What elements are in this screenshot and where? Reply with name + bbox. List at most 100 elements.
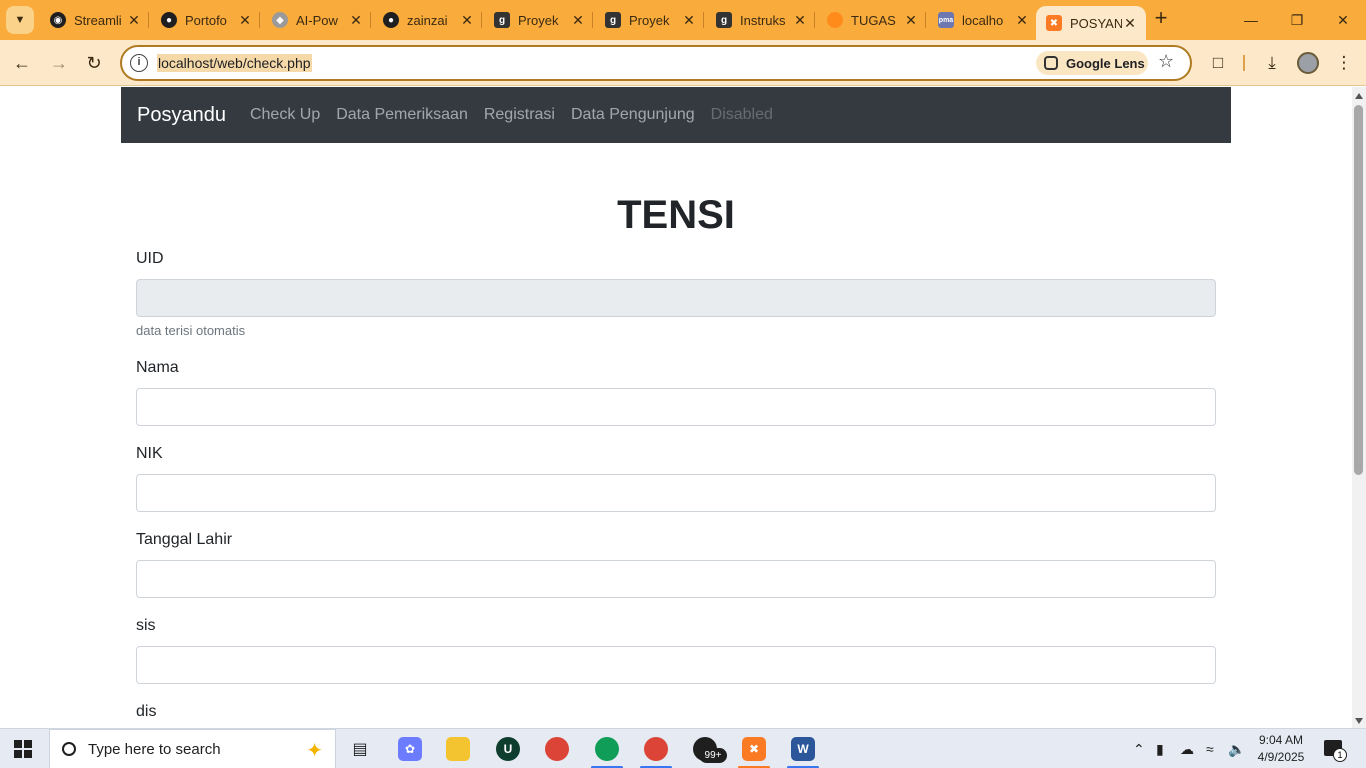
nama-input[interactable] — [136, 388, 1216, 426]
arrow-left-icon: ← — [13, 52, 31, 73]
clock-time: 9:04 AM — [1258, 733, 1304, 747]
task-view-button[interactable]: ▤ — [338, 733, 382, 765]
browser-tab-strip: ▼ ◉ Streamli ✕ ● Portofo ✕ ◆ AI-Pow ✕ ● … — [0, 0, 1366, 40]
xampp-app[interactable]: ✖ — [732, 733, 776, 768]
close-icon[interactable]: ✕ — [792, 12, 808, 29]
close-icon[interactable]: ✕ — [903, 12, 919, 29]
wifi-icon[interactable]: ≈ — [1206, 741, 1214, 757]
nav-link-data-pemeriksaan[interactable]: Data Pemeriksaan — [336, 106, 468, 124]
close-icon[interactable]: ✕ — [681, 12, 697, 29]
info-icon[interactable]: i — [130, 54, 148, 72]
scrollbar-thumb[interactable] — [1354, 105, 1363, 475]
google-lens-label: Google Lens — [1066, 55, 1145, 71]
forward-button[interactable]: → — [45, 49, 73, 77]
downloads-button[interactable]: ⤓ — [1258, 49, 1286, 77]
search-icon — [62, 742, 76, 756]
nav-link-disabled: Disabled — [710, 106, 773, 123]
tab-title: localho — [962, 12, 1004, 28]
copilot-app[interactable]: ✿ — [388, 733, 432, 765]
chevron-up-icon[interactable]: ⌃ — [1133, 741, 1145, 758]
system-clock[interactable]: 9:04 AM 4/9/2025 — [1248, 732, 1314, 766]
word-icon: W — [791, 737, 815, 761]
uid-input[interactable] — [136, 279, 1216, 317]
taskbar-search-box[interactable]: Type here to search ✦ — [49, 729, 336, 768]
close-icon[interactable]: ✕ — [1122, 15, 1138, 32]
windows-start-button[interactable] — [14, 740, 32, 758]
tab-search-button[interactable]: ▼ — [6, 6, 34, 34]
volume-icon[interactable]: 🔈 — [1228, 741, 1245, 758]
new-tab-button[interactable]: + — [1150, 7, 1172, 30]
chrome-app[interactable] — [535, 733, 579, 765]
browser-tab[interactable]: TUGAS ✕ — [817, 6, 927, 34]
scroll-down-arrow-icon[interactable] — [1355, 718, 1363, 724]
browser-tab[interactable]: g Proyek ✕ — [484, 6, 594, 34]
uid-help-text: data terisi otomatis — [136, 323, 246, 338]
copilot-sparkle-icon: ✦ — [306, 740, 323, 762]
close-window-button[interactable]: ✕ — [1320, 0, 1366, 40]
tab-title: POSYAN — [1070, 15, 1122, 31]
reload-button[interactable]: ↻ — [80, 49, 108, 77]
restore-button[interactable]: ❐ — [1274, 0, 1320, 40]
tab-title: TUGAS — [851, 12, 896, 28]
browser-tab-active[interactable]: ✖ POSYAN ✕ — [1036, 6, 1146, 40]
g-icon: g — [605, 12, 621, 28]
tab-title: Instruks — [740, 12, 786, 28]
chrome-profile-app[interactable] — [585, 733, 629, 768]
browser-tab[interactable]: g Instruks ✕ — [706, 6, 816, 34]
g-icon: g — [494, 12, 510, 28]
nik-input[interactable] — [136, 474, 1216, 512]
tanggal-lahir-input[interactable] — [136, 560, 1216, 598]
bookmark-star-icon[interactable]: ☆ — [1158, 51, 1174, 72]
tab-title: zainzai — [407, 12, 448, 28]
extensions-button[interactable]: □ — [1204, 49, 1232, 77]
back-button[interactable]: ← — [8, 49, 36, 77]
sis-label: sis — [136, 617, 156, 634]
download-icon: ⤓ — [1268, 53, 1276, 72]
chrome-profile-app-2[interactable] — [634, 733, 678, 768]
site-navbar: Posyandu Check Up Data Pemeriksaan Regis… — [121, 87, 1231, 143]
browser-tab[interactable]: ● zainzai ✕ — [373, 6, 483, 34]
layers-icon: ◆ — [272, 12, 288, 28]
nama-label: Nama — [136, 359, 179, 376]
profile-avatar[interactable] — [1297, 52, 1319, 74]
browser-toolbar: ← → ↻ i localhost/web/check.php Google L… — [0, 40, 1366, 86]
browser-tab[interactable]: ◉ Streamli ✕ — [40, 6, 150, 34]
battery-icon[interactable]: ▮ — [1156, 741, 1164, 758]
arrow-right-icon: → — [50, 52, 68, 73]
address-bar[interactable]: i localhost/web/check.php Google Lens ☆ — [120, 45, 1192, 81]
nav-link-registrasi[interactable]: Registrasi — [484, 106, 555, 124]
close-icon[interactable]: ✕ — [237, 12, 253, 29]
navbar-brand[interactable]: Posyandu — [137, 104, 226, 127]
pma-icon: pma — [938, 12, 954, 28]
tab-title: AI-Pow — [296, 12, 338, 28]
sis-input[interactable] — [136, 646, 1216, 684]
dis-label: dis — [136, 703, 157, 720]
close-icon[interactable]: ✕ — [459, 12, 475, 29]
browser-tab[interactable]: g Proyek ✕ — [595, 6, 705, 34]
close-icon[interactable]: ✕ — [570, 12, 586, 29]
github-icon: ● — [383, 12, 399, 28]
menu-button[interactable]: ⋮ — [1330, 49, 1358, 77]
page-scrollbar[interactable] — [1352, 87, 1366, 728]
word-app[interactable]: W — [781, 733, 825, 768]
taskbar-search-placeholder: Type here to search — [88, 740, 221, 758]
nav-link-data-pengunjung[interactable]: Data Pengunjung — [571, 106, 695, 124]
browser-tab[interactable]: ◆ AI-Pow ✕ — [262, 6, 372, 34]
nav-link-check-up[interactable]: Check Up — [250, 106, 320, 124]
browser-tab[interactable]: ● Portofo ✕ — [151, 6, 261, 34]
chrome-icon — [644, 737, 668, 761]
onedrive-cloud-icon[interactable]: ☁ — [1180, 741, 1194, 758]
file-explorer-app[interactable] — [436, 733, 480, 765]
github-icon: ● — [161, 12, 177, 28]
upwork-app[interactable]: U — [486, 733, 530, 765]
close-icon[interactable]: ✕ — [348, 12, 364, 29]
minimize-button[interactable]: — — [1228, 0, 1274, 40]
close-icon[interactable]: ✕ — [1014, 12, 1030, 29]
close-icon[interactable]: ✕ — [126, 12, 142, 29]
google-lens-button[interactable]: Google Lens — [1036, 51, 1148, 75]
nik-label: NIK — [136, 445, 163, 462]
browser-tab[interactable]: pma localho ✕ — [928, 6, 1038, 34]
scroll-up-arrow-icon[interactable] — [1355, 93, 1363, 99]
url-text[interactable]: localhost/web/check.php — [157, 54, 312, 72]
tanggal-lahir-label: Tanggal Lahir — [136, 531, 233, 548]
